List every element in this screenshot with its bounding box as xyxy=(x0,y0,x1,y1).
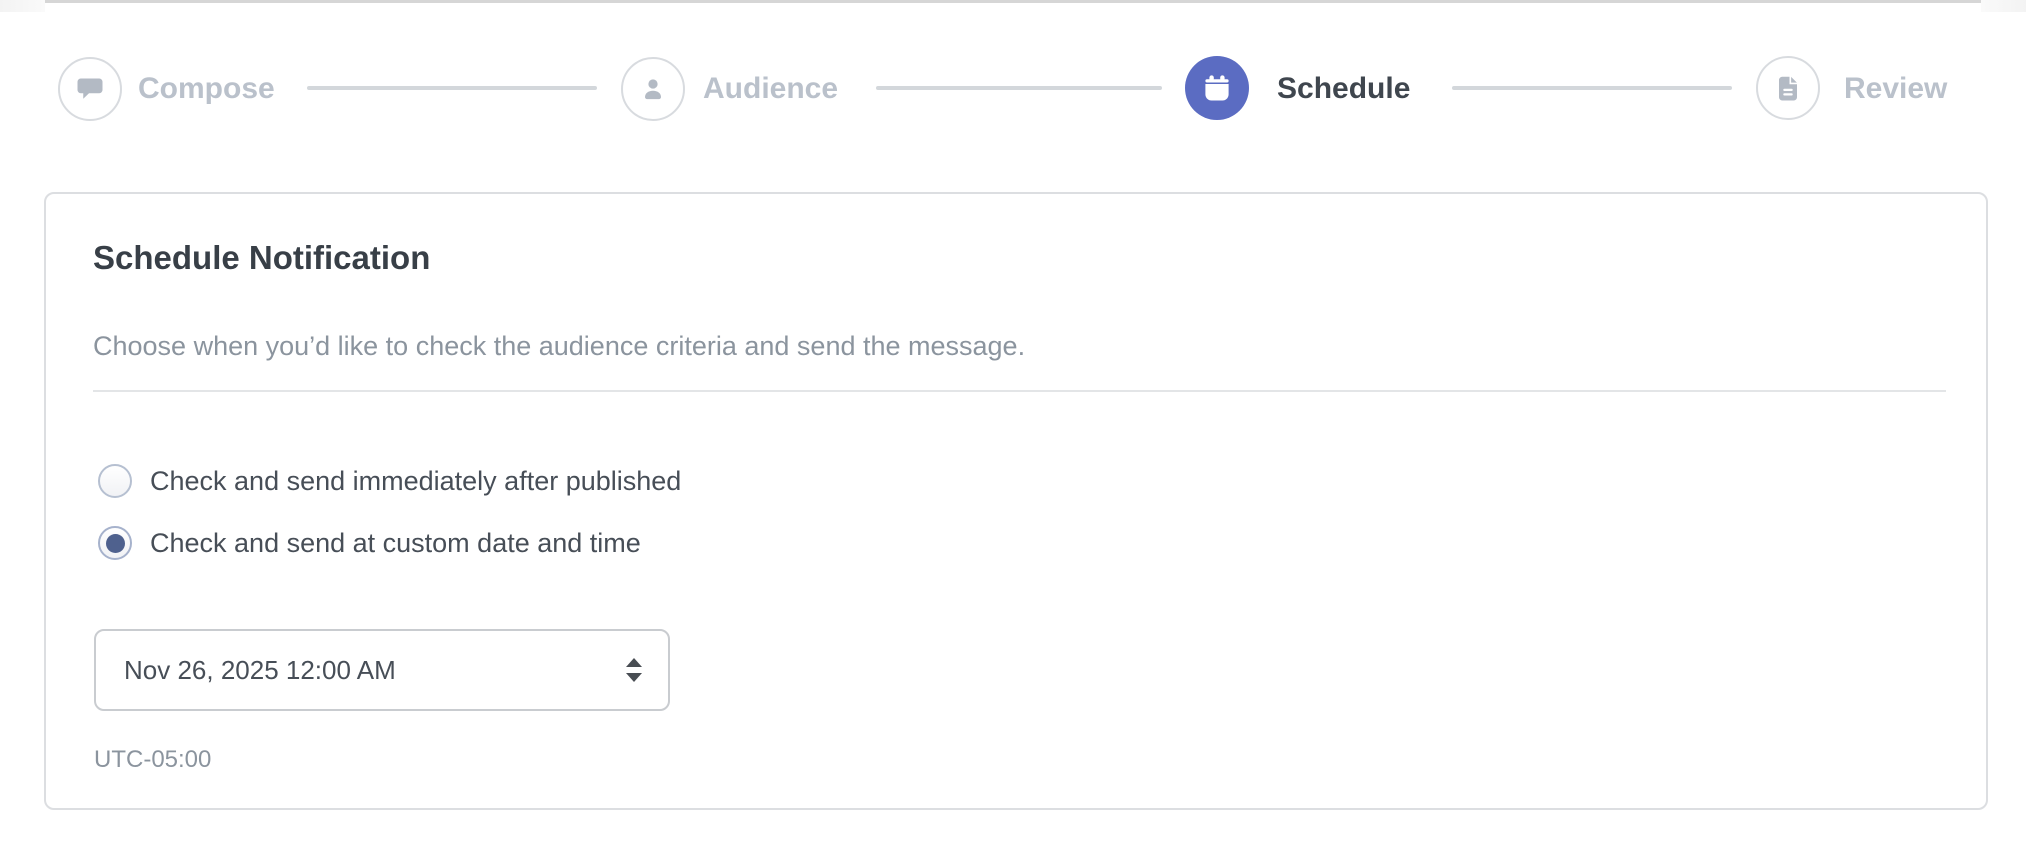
step-schedule[interactable] xyxy=(1185,56,1249,120)
radio-option-custom-datetime-label: Check and send at custom date and time xyxy=(150,528,641,558)
top-right-corner-shade xyxy=(1981,0,2026,12)
document-icon xyxy=(1773,73,1803,103)
top-border-line xyxy=(45,0,1981,3)
step-compose[interactable] xyxy=(58,57,122,121)
stepper-connector-1 xyxy=(307,86,597,90)
timezone-label: UTC-05:00 xyxy=(94,746,212,773)
datetime-select[interactable]: Nov 26, 2025 12:00 AM xyxy=(94,629,670,711)
select-arrows-icon xyxy=(626,658,642,682)
datetime-select-value: Nov 26, 2025 12:00 AM xyxy=(124,654,396,685)
stepper-connector-2 xyxy=(876,86,1162,90)
radio-button-selected[interactable] xyxy=(98,526,132,560)
step-audience[interactable] xyxy=(621,57,685,121)
radio-option-immediately[interactable]: Check and send immediately after publish… xyxy=(98,463,681,499)
schedule-card: Schedule Notification Choose when you’d … xyxy=(44,192,1988,810)
speech-bubble-icon xyxy=(75,74,105,104)
card-title: Schedule Notification xyxy=(93,239,431,276)
calendar-icon xyxy=(1201,72,1233,104)
step-schedule-label[interactable]: Schedule xyxy=(1277,70,1410,108)
card-divider xyxy=(93,390,1946,392)
step-compose-label[interactable]: Compose xyxy=(138,70,275,108)
step-review-label[interactable]: Review xyxy=(1844,70,1947,108)
stepper-connector-3 xyxy=(1452,86,1732,90)
radio-option-immediately-label: Check and send immediately after publish… xyxy=(150,466,682,496)
radio-button-unselected[interactable] xyxy=(98,464,132,498)
step-review[interactable] xyxy=(1756,56,1820,120)
card-description: Choose when you’d like to check the audi… xyxy=(93,331,1026,361)
step-audience-label[interactable]: Audience xyxy=(703,70,838,108)
top-left-corner-shade xyxy=(0,0,45,12)
schedule-notification-page: Compose Audience Schedule Review Schedul… xyxy=(0,0,2026,864)
radio-option-custom-datetime[interactable]: Check and send at custom date and time xyxy=(98,525,641,561)
person-icon xyxy=(638,74,668,104)
